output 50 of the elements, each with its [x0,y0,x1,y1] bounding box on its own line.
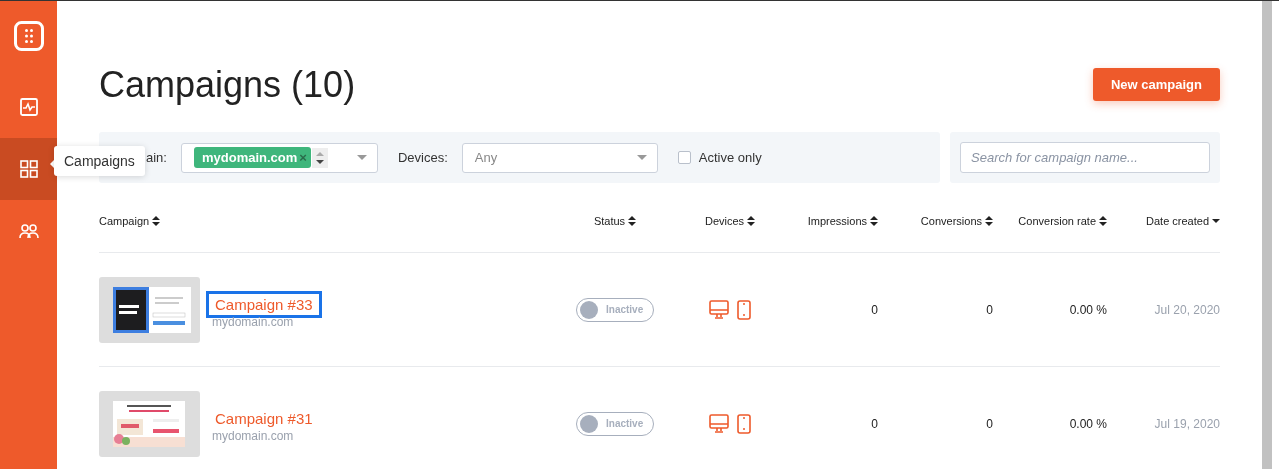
phone-icon [737,299,751,320]
table-cell-text: 0.00 % [1068,302,1107,317]
table-cell-text: 0 [870,302,878,317]
column-header[interactable]: Devices [665,215,795,227]
tooltip: Campaigns [54,146,145,176]
caret-icon[interactable] [356,155,367,160]
remove-tag-button[interactable]: × [299,150,307,165]
active-only-label: Active only [698,150,762,165]
sort-icon [870,216,878,226]
column-header[interactable]: Campaign [99,215,565,227]
table-cell-text: 0 [985,302,993,317]
table-cell-text: 0.00 % [1068,416,1107,431]
status-toggle[interactable]: Inactive [576,297,654,322]
sort-icon [985,216,993,226]
scrollbar[interactable] [1262,1,1272,469]
page-title: Campaigns (10) [99,64,356,106]
active-only-checkbox[interactable] [677,151,691,164]
caret-icon[interactable] [636,155,647,160]
domain-label: ain: [146,150,167,165]
sort-icon [628,216,637,226]
search-field[interactable]: Search for campaign name... [960,142,1210,173]
phone-icon [737,413,751,434]
sort-desc-icon [1212,219,1220,223]
sort-icon [747,216,756,226]
table-cell-text: Jul 20, 2020 [1153,302,1220,317]
domain-select[interactable]: mydomain.com× [180,142,378,173]
column-header[interactable]: Conversions [878,215,993,227]
column-header[interactable]: Impressions [795,215,878,227]
monitor-icon [709,413,729,433]
table-cell-text: 0 [870,416,878,431]
column-header[interactable]: Date created [1107,215,1220,227]
activity-icon [18,97,39,117]
table-cell-text: Jul 19, 2020 [1153,416,1220,431]
status-toggle[interactable]: Inactive [576,411,654,436]
table-cell-text: 0 [985,416,993,431]
users-icon [18,221,39,241]
devices-select[interactable]: Any [461,142,658,173]
sort-icon [152,216,161,226]
domain-tag: mydomain.com× [193,147,311,168]
devices-label: Devices: [397,150,448,165]
column-header[interactable]: Status [565,215,665,227]
sidebar-item[interactable] [0,138,57,200]
sort-icon [1099,216,1107,226]
new-campaign-button[interactable]: New campaign [1092,68,1220,101]
grid-icon [18,159,39,179]
spinner-icon[interactable] [311,147,328,168]
monitor-icon [709,299,729,319]
column-header[interactable]: Conversion rate [993,215,1107,227]
logo-icon[interactable] [13,21,44,51]
campaign-link[interactable]: Campaign #33 [206,290,322,318]
